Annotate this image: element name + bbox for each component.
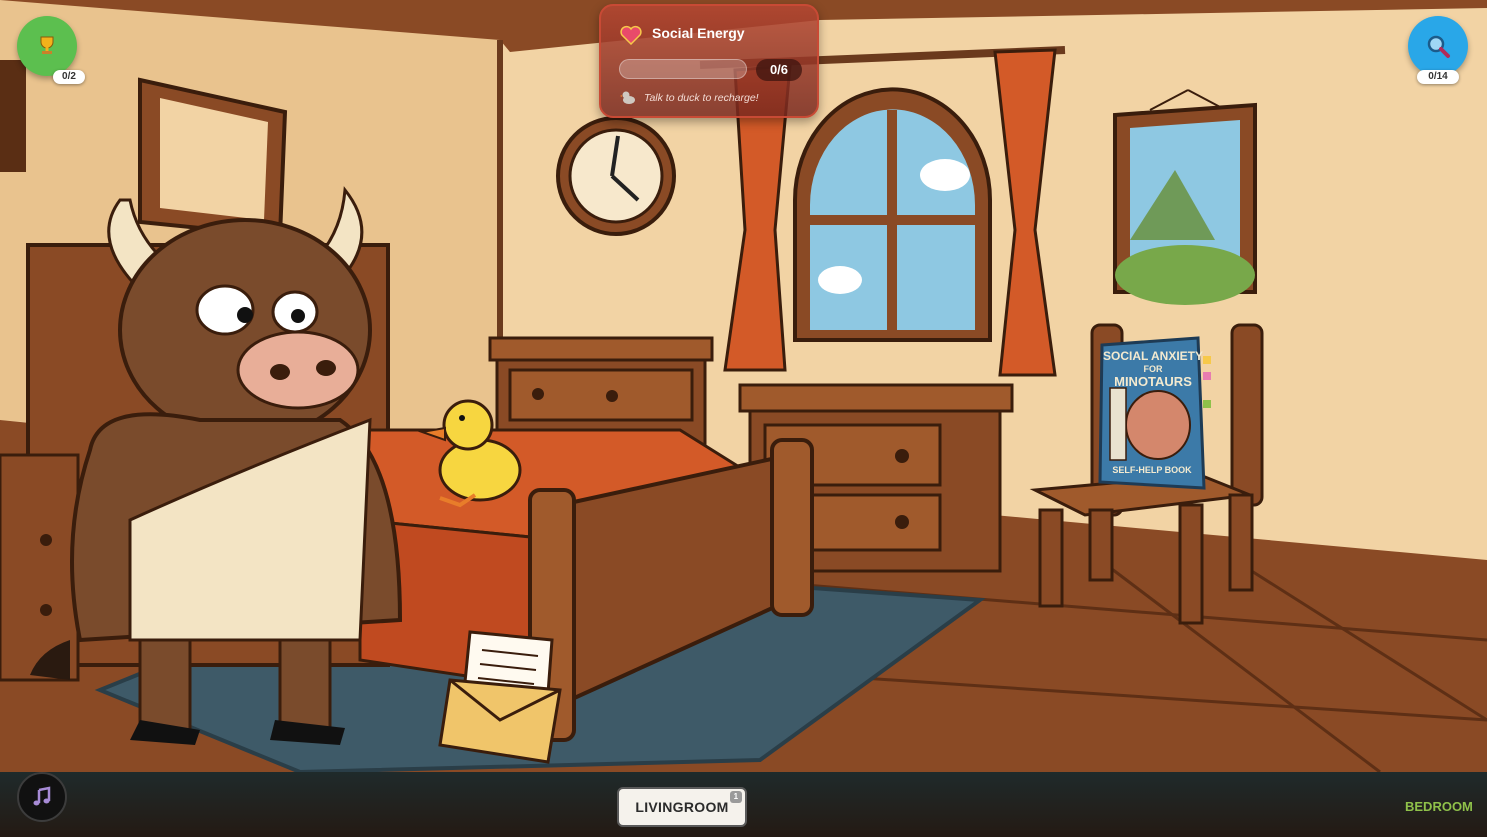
wall-clock[interactable] (556, 116, 676, 236)
social-energy-title: Social Energy (652, 25, 745, 41)
music-note-icon (33, 786, 51, 806)
music-toggle-button[interactable] (17, 772, 67, 822)
trophy-icon (40, 36, 54, 54)
go-to-livingroom-button[interactable]: LIVINGROOM 1 (617, 787, 747, 827)
social-energy-hint: Talk to duck to recharge! (644, 92, 759, 104)
bedroom-scene: SOCIAL ANXIETY FOR MINOTAURS SELF-HELP B… (0, 0, 1487, 837)
book-title-line3: MINOTAURS (1114, 374, 1192, 389)
achievements-button[interactable] (17, 16, 77, 76)
social-energy-value: 0/6 (756, 59, 802, 81)
achievements-count: 0/2 (53, 70, 85, 84)
arched-window[interactable] (793, 87, 992, 342)
self-help-book[interactable]: SOCIAL ANXIETY FOR MINOTAURS SELF-HELP B… (1098, 336, 1211, 490)
heart-icon (620, 25, 642, 45)
landscape-painting[interactable] (1113, 89, 1257, 305)
door-edge (0, 60, 26, 172)
book-subtitle: SELF-HELP BOOK (1112, 465, 1192, 475)
social-energy-panel: Social Energy 0/6 Talk to duck to rechar… (599, 4, 819, 118)
social-energy-bar (619, 59, 747, 79)
livingroom-badge: 1 (730, 791, 742, 803)
book-title-line2: FOR (1144, 364, 1163, 374)
magnifier-icon (1427, 35, 1450, 58)
book-title-line1: SOCIAL ANXIETY (1103, 349, 1203, 363)
found-items-count: 0/14 (1417, 70, 1459, 84)
duck-icon (620, 91, 635, 104)
livingroom-label: LIVINGROOM (635, 799, 729, 815)
find-items-button[interactable] (1408, 16, 1468, 76)
current-room-label: BEDROOM (1405, 799, 1473, 814)
